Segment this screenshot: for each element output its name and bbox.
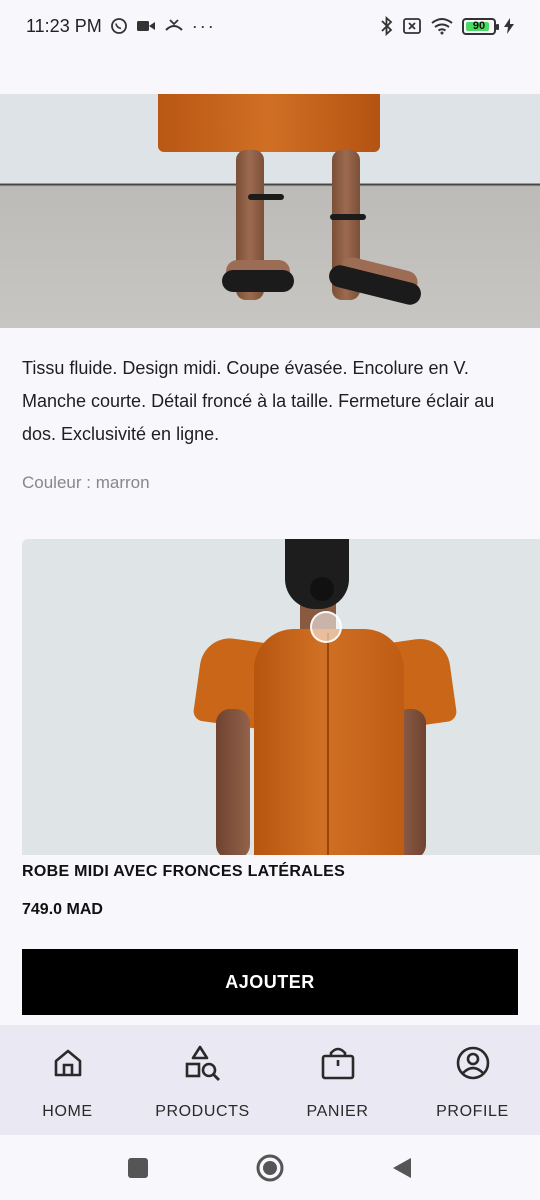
missed-call-icon — [165, 19, 183, 31]
product-description: Tissu fluide. Design midi. Coupe évasée.… — [22, 358, 495, 444]
sandal-left — [222, 270, 294, 292]
dress-hem — [158, 94, 380, 152]
battery-level: 90 — [472, 20, 486, 32]
dress-back — [254, 629, 404, 855]
home-circle-icon[interactable] — [250, 1148, 290, 1188]
hair-bun — [310, 577, 334, 601]
status-bar: 11:23 PM ··· 90 — [0, 0, 540, 52]
shapes-search-icon — [183, 1043, 223, 1083]
home-icon — [48, 1043, 88, 1083]
status-notification-icons — [110, 17, 184, 35]
charging-icon — [504, 18, 514, 34]
bluetooth-icon — [381, 16, 393, 36]
battery-icon: 90 — [462, 17, 499, 35]
account-circle-icon — [453, 1043, 493, 1083]
touch-indicator — [310, 611, 342, 643]
more-dots-icon: ··· — [191, 15, 216, 36]
wifi-icon — [431, 18, 453, 35]
product-image-back[interactable] — [22, 539, 540, 855]
nav-item-products[interactable]: PRODUCTS — [135, 1025, 270, 1135]
product-image-feet — [0, 94, 540, 328]
nav-label-products: PRODUCTS — [155, 1103, 250, 1120]
shopping-bag-icon — [318, 1043, 358, 1083]
whatsapp-icon — [110, 18, 127, 34]
nav-item-home[interactable]: HOME — [0, 1025, 135, 1135]
nav-label-panier: PANIER — [306, 1103, 369, 1120]
video-icon — [136, 21, 155, 31]
add-to-cart-button[interactable]: AJOUTER — [22, 949, 518, 1015]
bottom-navigation: HOME PRODUCTS PANIER PROFILE — [0, 1025, 540, 1135]
nav-label-profile: PROFILE — [436, 1103, 509, 1120]
nav-label-home: HOME — [42, 1103, 93, 1120]
nav-item-profile[interactable]: PROFILE — [405, 1025, 540, 1135]
product-title: ROBE MIDI AVEC FRONCES LATÉRALES — [22, 863, 346, 880]
recents-square-icon[interactable] — [118, 1148, 158, 1188]
nav-item-panier[interactable]: PANIER — [270, 1025, 405, 1135]
system-navigation-bar — [0, 1135, 540, 1200]
product-color: Couleur : marron — [22, 473, 150, 492]
sandal-strap-left — [248, 194, 284, 200]
back-triangle-icon[interactable] — [382, 1148, 422, 1188]
sandal-strap-right — [330, 214, 366, 220]
no-sim-icon — [403, 18, 421, 34]
status-time: 11:23 PM — [26, 15, 102, 36]
product-detail-scroll[interactable]: Tissu fluide. Design midi. Coupe évasée.… — [0, 94, 540, 1025]
product-price: 749.0 MAD — [22, 901, 103, 918]
status-system-icons: 90 — [380, 16, 514, 36]
dress-zipper — [327, 633, 329, 855]
arm-left — [216, 709, 250, 855]
